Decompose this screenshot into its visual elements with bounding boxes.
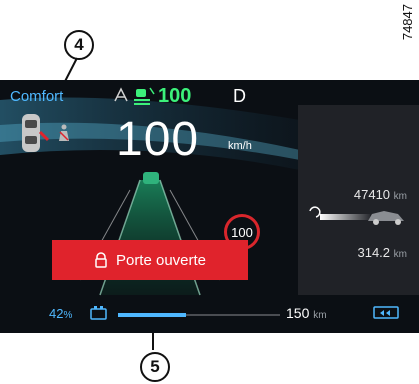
speed-unit: km/h [228, 140, 252, 152]
regen-icon [373, 306, 399, 319]
current-speed: 100 [116, 113, 200, 166]
battery-icon [90, 306, 107, 320]
door-lock-alert-icon [95, 252, 107, 268]
trip-info-panel: 47410 km 314.2 km [298, 105, 419, 295]
diagram-reference-number: 74847 [400, 4, 415, 41]
drive-mode-label: Comfort [10, 88, 64, 105]
gear-indicator: D [233, 86, 246, 106]
open-door-car-icon [22, 114, 50, 152]
seatbelt-icon [59, 124, 69, 141]
instrument-cluster: Comfort 100 D 100 km/h 47410 km 314.2 km… [0, 80, 419, 333]
odometer-value: 47410 [353, 187, 391, 202]
battery-gauge-fill [118, 313, 186, 317]
car-range-icon [309, 206, 404, 225]
alert-text: Porte ouverte [115, 251, 207, 269]
battery-range: 150 km [286, 305, 327, 321]
callout-4: 4 [64, 30, 94, 60]
callout-5: 5 [140, 352, 170, 382]
battery-status-bar: 42% 150 km [0, 298, 419, 333]
odometer: 47410 km [354, 187, 407, 202]
adaptive-speed-setting: 100 [158, 85, 192, 107]
odometer-unit: km [393, 191, 407, 202]
speed-limiter-icon [114, 87, 128, 102]
range-unit: km [393, 249, 407, 260]
lane-keep-icon [134, 87, 155, 105]
lead-vehicle-icon [143, 172, 159, 184]
battery-gauge [118, 313, 280, 317]
battery-percent: 42% [49, 306, 73, 321]
range-value: 314.2 [357, 245, 391, 260]
door-open-alert: Porte ouverte [52, 240, 248, 280]
range-remaining: 314.2 km [357, 245, 407, 260]
